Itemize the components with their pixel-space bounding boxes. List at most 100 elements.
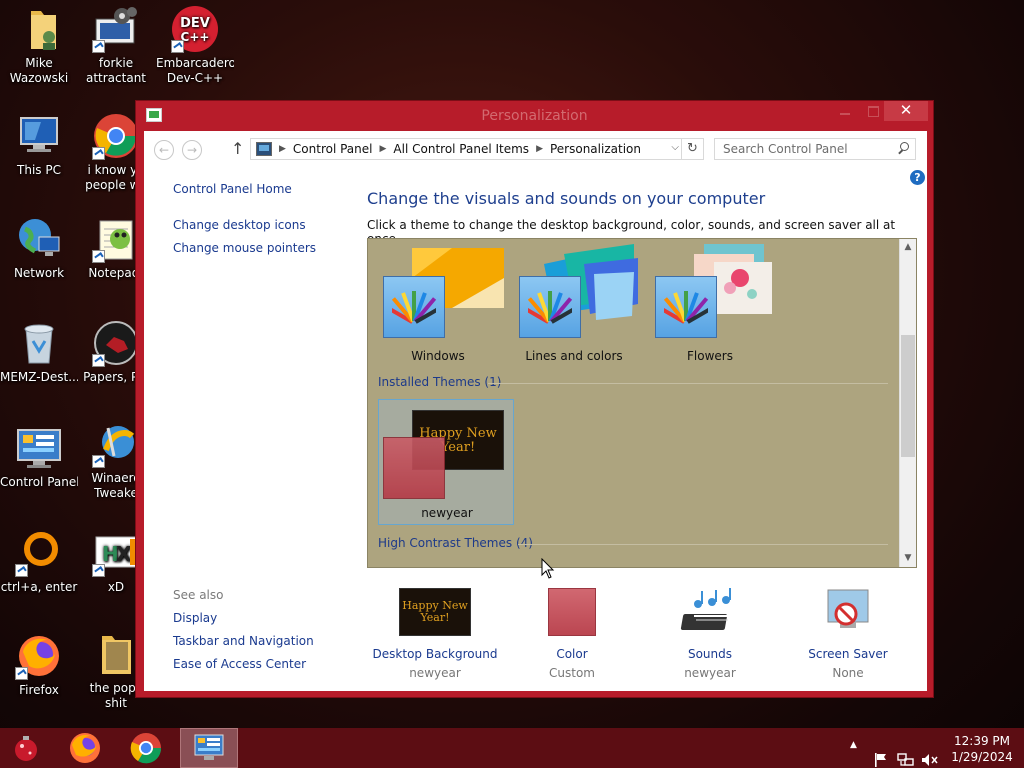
- desktop-icon-this-pc[interactable]: This PC: [0, 112, 78, 178]
- theme-color-swatch: [383, 437, 445, 499]
- breadcrumb-all-items[interactable]: All Control Panel Items: [393, 142, 529, 156]
- color-swatch-thumbnail: [548, 588, 596, 636]
- desktop-icon-label: Embarcadero Dev-C++: [156, 56, 234, 85]
- close-button[interactable]: ✕: [884, 101, 928, 121]
- desktop-icon-label: ctrl+a, enter: [0, 580, 78, 594]
- folder-icon: [92, 630, 140, 678]
- chrome-icon: [130, 733, 162, 764]
- breadcrumb-control-panel[interactable]: Control Panel: [293, 142, 373, 156]
- desktop-icon-label: MEMZ-Dest...: [0, 370, 78, 384]
- breadcrumb-personalization[interactable]: Personalization: [550, 142, 641, 156]
- scroll-up-button[interactable]: ▲: [900, 239, 916, 256]
- shortcut-arrow-icon: [92, 250, 105, 263]
- up-button[interactable]: ↑: [231, 139, 244, 158]
- control-panel-home-link[interactable]: Control Panel Home: [173, 182, 292, 196]
- volume-muted-icon[interactable]: [921, 740, 939, 768]
- refresh-button[interactable]: ↻: [681, 139, 703, 159]
- color-setting[interactable]: Color Custom: [507, 588, 637, 680]
- help-button[interactable]: ?: [910, 170, 925, 185]
- sounds-setting[interactable]: Sounds newyear: [645, 588, 775, 680]
- screen-saver-icon: [812, 588, 884, 636]
- taskbar-clock[interactable]: 12:39 PM 1/29/2024: [948, 733, 1016, 765]
- screen-saver-setting[interactable]: Screen Saver None: [783, 588, 913, 680]
- color-value: Custom: [549, 666, 595, 680]
- sounds-value: newyear: [684, 666, 736, 680]
- title-bar[interactable]: Personalization ✕: [136, 101, 933, 131]
- ease-of-access-link[interactable]: Ease of Access Center: [173, 657, 306, 671]
- theme-name: Lines and colors: [525, 349, 623, 363]
- maximize-button[interactable]: [859, 101, 887, 121]
- high-contrast-themes-header[interactable]: High Contrast Themes (4): [378, 536, 533, 550]
- screen-saver-value: None: [832, 666, 864, 680]
- start-button[interactable]: [0, 728, 50, 768]
- mouse-cursor-icon: [541, 558, 555, 579]
- desktop-background-link[interactable]: Desktop Background: [370, 647, 500, 661]
- taskbar-chrome-button[interactable]: [121, 728, 171, 768]
- theme-name: Windows: [411, 349, 465, 363]
- sounds-icon: [674, 588, 746, 636]
- desktop-icon-forkie-attractant[interactable]: forkie attractant: [77, 5, 155, 86]
- change-desktop-icons-link[interactable]: Change desktop icons: [173, 218, 306, 232]
- installed-themes-header[interactable]: Installed Themes (1): [378, 375, 501, 389]
- desktop-icon-control-panel[interactable]: Control Panel: [0, 424, 78, 490]
- taskbar-navigation-link[interactable]: Taskbar and Navigation: [173, 634, 314, 648]
- minimize-button[interactable]: [831, 101, 859, 121]
- start-ornament-icon: [15, 736, 37, 761]
- show-hidden-icons-button[interactable]: ▲: [850, 740, 857, 768]
- theme-list-scrollbar[interactable]: ▲ ▼: [899, 239, 916, 567]
- color-link[interactable]: Color: [507, 647, 637, 661]
- taskbar: ▲ 12:39 PM 1/29/2024: [0, 728, 1024, 768]
- theme-list: Windows Lines and colors Flowers Install…: [367, 238, 917, 568]
- search-icon[interactable]: [897, 142, 909, 154]
- theme-lines-and-colors[interactable]: Lines and colors: [512, 244, 638, 364]
- shortcut-arrow-icon: [92, 40, 105, 53]
- theme-flowers[interactable]: Flowers: [648, 244, 772, 364]
- change-mouse-pointers-link[interactable]: Change mouse pointers: [173, 241, 316, 255]
- search-input[interactable]: Search Control Panel: [714, 138, 916, 160]
- sounds-link[interactable]: Sounds: [645, 647, 775, 661]
- search-placeholder: Search Control Panel: [723, 142, 848, 156]
- taskbar-firefox-button[interactable]: [60, 728, 110, 768]
- background-preview-text: Happy New Year!: [402, 599, 468, 624]
- control-panel-icon: [256, 142, 272, 156]
- scroll-thumb[interactable]: [901, 335, 915, 457]
- desktop-icon-label: This PC: [17, 163, 61, 177]
- address-dropdown-icon[interactable]: ⌵: [671, 142, 679, 153]
- desktop-icon-firefox[interactable]: Firefox: [0, 632, 78, 698]
- theme-newyear[interactable]: Happy New Year! newyear: [378, 399, 514, 525]
- clock-date: 1/29/2024: [951, 750, 1013, 764]
- shortcut-arrow-icon: [92, 147, 105, 160]
- back-button[interactable]: ←: [154, 140, 174, 160]
- address-bar[interactable]: ▶ Control Panel ▶ All Control Panel Item…: [250, 138, 704, 160]
- theme-name: newyear: [421, 506, 473, 520]
- taskbar-control-panel-button[interactable]: [180, 728, 238, 768]
- desktop-background-setting[interactable]: Happy New Year! Desktop Background newye…: [370, 588, 500, 680]
- display-link[interactable]: Display: [173, 611, 217, 625]
- forward-button[interactable]: →: [182, 140, 202, 160]
- clock-time: 12:39 PM: [954, 734, 1010, 748]
- desktop-icon-label: Network: [13, 266, 65, 280]
- shortcut-arrow-icon: [92, 354, 105, 367]
- desktop-icon-memz[interactable]: MEMZ-Dest...: [0, 319, 78, 385]
- desktop-icon-ctrl-a-enter[interactable]: ctrl+a, enter: [0, 529, 78, 595]
- see-also-heading: See also: [173, 588, 224, 602]
- theme-color-swatch: [655, 276, 717, 338]
- firefox-icon: [70, 733, 100, 763]
- screen-saver-link[interactable]: Screen Saver: [783, 647, 913, 661]
- desktop-icon-label: Firefox: [19, 683, 59, 697]
- theme-color-swatch: [383, 276, 445, 338]
- chrome-icon: [92, 112, 140, 160]
- devcpp-icon: DEV C++: [171, 5, 219, 53]
- scroll-down-button[interactable]: ▼: [900, 550, 916, 567]
- theme-windows[interactable]: Windows: [376, 244, 504, 364]
- breadcrumb-chevron-icon: ▶: [379, 144, 387, 154]
- color-fan-icon: [664, 291, 708, 324]
- window-client-area: ← → ↑ ▶ Control Panel ▶ All Control Pane…: [144, 131, 927, 691]
- desktop-icon-network[interactable]: Network: [0, 215, 78, 281]
- desktop-icon-devcpp[interactable]: DEV C++ Embarcadero Dev-C++: [156, 5, 234, 86]
- network-icon[interactable]: [897, 740, 915, 768]
- desktop-icon-mike-wazowski[interactable]: Mike Wazowski: [0, 5, 78, 86]
- action-center-flag-icon[interactable]: [873, 740, 889, 768]
- computer-icon: [15, 112, 63, 160]
- color-fan-icon: [528, 291, 572, 324]
